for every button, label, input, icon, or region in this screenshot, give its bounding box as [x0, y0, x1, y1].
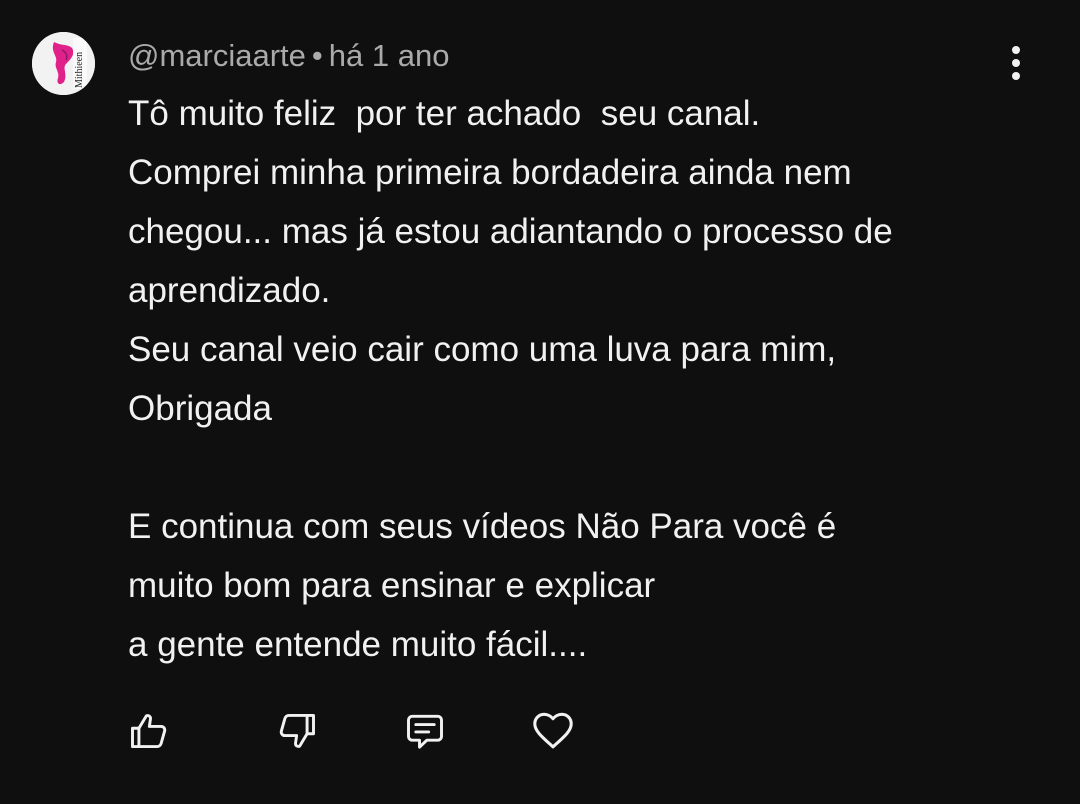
reply-button[interactable]	[400, 706, 450, 756]
thumb-up-icon	[131, 714, 167, 749]
avatar-text: Mithieen	[74, 52, 85, 88]
comment-text: Tô muito feliz por ter achado seu canal.…	[128, 94, 893, 664]
heart-button[interactable]	[528, 706, 578, 756]
dislike-button[interactable]	[272, 706, 322, 756]
comment-meta: @marciaarte • há 1 ano	[128, 36, 449, 76]
author-name[interactable]: @marciaarte	[128, 38, 306, 73]
comment-icon	[407, 714, 443, 749]
avatar-logo: Mithieen	[32, 32, 95, 95]
comment-time[interactable]: há 1 ano	[329, 38, 450, 73]
heart-icon	[533, 712, 573, 749]
comment-thread-item: Mithieen @marciaarte • há 1 ano Tô muito f…	[0, 0, 1080, 804]
more-vert-icon	[1012, 46, 1020, 80]
more-options-button[interactable]	[996, 40, 1036, 84]
thumb-down-icon	[279, 713, 315, 748]
meta-separator: •	[311, 38, 323, 73]
avatar[interactable]: Mithieen	[32, 32, 95, 95]
like-button[interactable]	[124, 706, 174, 756]
